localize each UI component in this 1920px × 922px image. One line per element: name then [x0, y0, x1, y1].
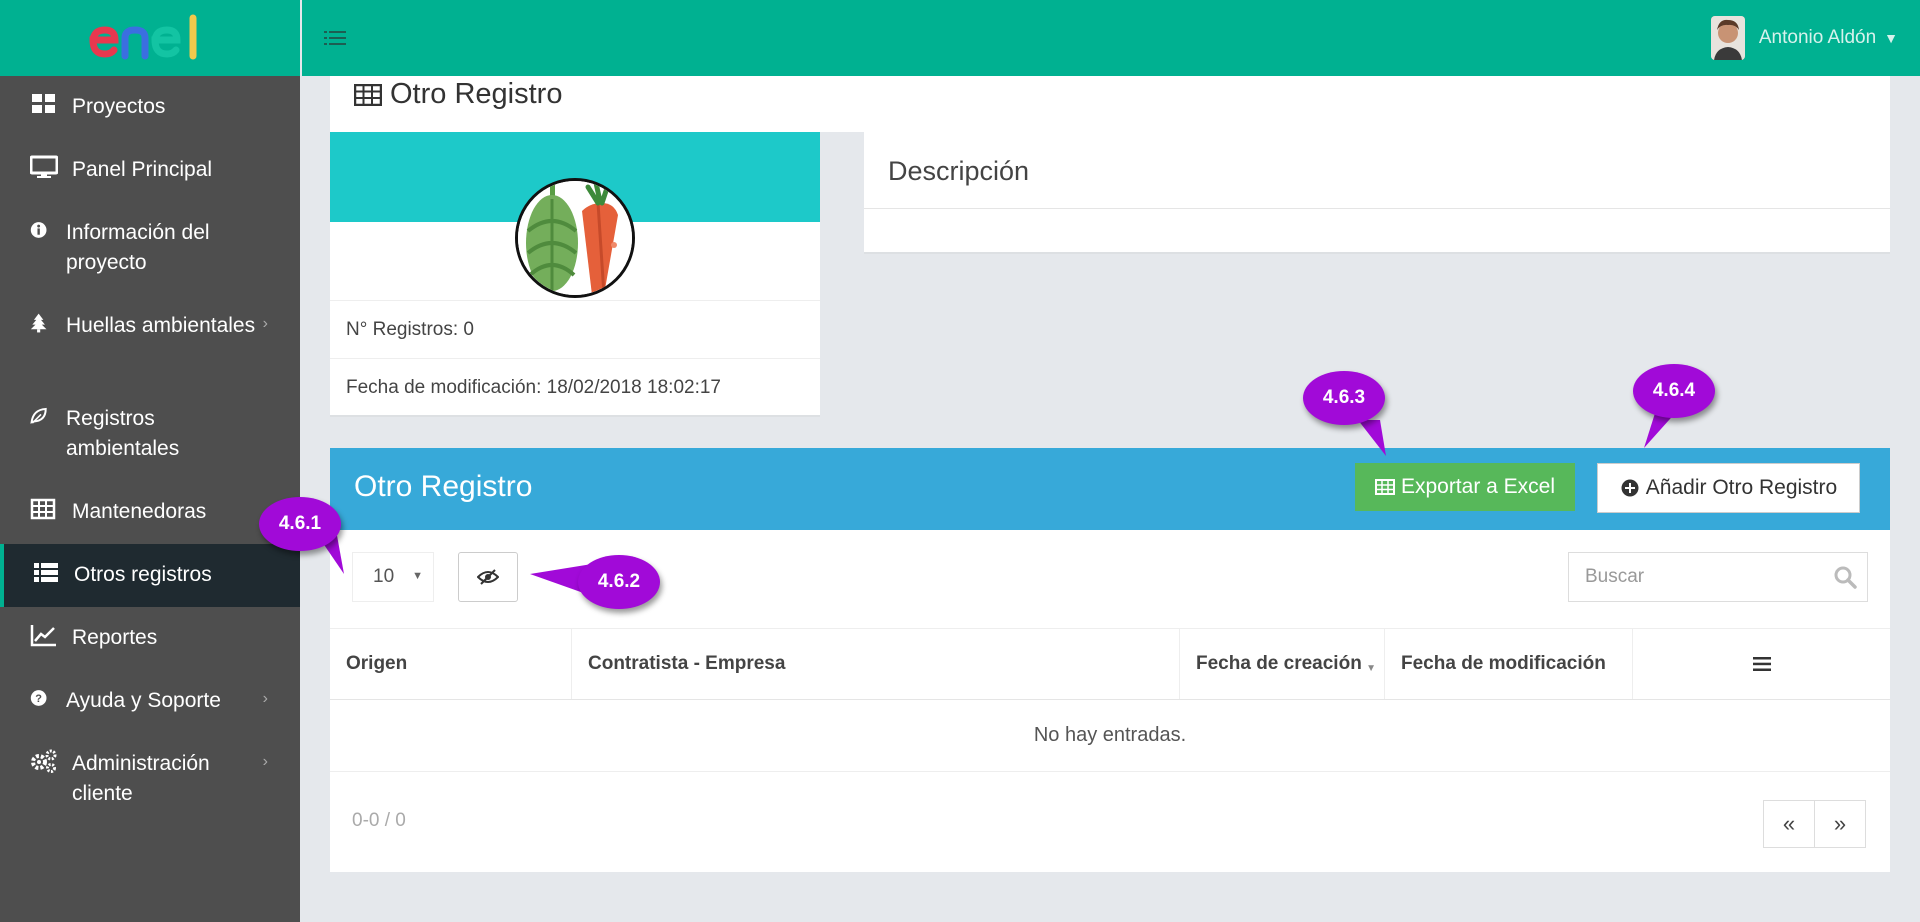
- sidebar-item-label: Registros ambientales: [66, 407, 180, 460]
- cogs-icon: [31, 749, 57, 773]
- callout-4-6-3: 4.6.3: [1303, 371, 1385, 425]
- grid-icon: [32, 94, 55, 113]
- plus-circle-icon: [1621, 479, 1639, 497]
- search-placeholder: Buscar: [1585, 566, 1645, 587]
- sidebar-item-huellas[interactable]: Huellas ambientales ›: [0, 295, 300, 388]
- line-chart-icon: [30, 625, 56, 647]
- sidebar-item-label: Proyectos: [72, 95, 166, 118]
- description-card: Descripción: [864, 132, 1890, 254]
- info-circle-icon: [30, 222, 47, 238]
- page-title-text: Otro Registro: [390, 78, 563, 110]
- column-header-fecha-modificacion[interactable]: Fecha de modificación: [1385, 629, 1633, 699]
- column-label: Contratista - Empresa: [588, 653, 786, 674]
- page-length-select[interactable]: 10 ▼: [352, 552, 434, 602]
- sidebar-item-label: Información del proyecto: [66, 221, 210, 274]
- search-input[interactable]: Buscar: [1568, 552, 1868, 602]
- sidebar-item-label: Huellas ambientales: [66, 314, 256, 337]
- modified-date: Fecha de modificación: 18/02/2018 18:02:…: [330, 358, 820, 416]
- callout-4-6-1: 4.6.1: [259, 497, 341, 551]
- table-icon: [30, 498, 56, 520]
- sidebar-item-registros-ambientales[interactable]: Registros ambientales: [0, 388, 300, 481]
- table-header-bar: Otro Registro Exportar a Excel Añadir Ot…: [330, 448, 1890, 530]
- tree-icon: [30, 313, 47, 333]
- export-excel-label: Exportar a Excel: [1400, 475, 1556, 498]
- empty-table-message: No hay entradas.: [330, 700, 1890, 772]
- page-length-value: 10: [373, 566, 395, 587]
- column-label: Origen: [346, 653, 408, 674]
- description-title: Descripción: [888, 156, 1030, 186]
- table-icon: [1374, 479, 1395, 495]
- sidebar-item-panel-principal[interactable]: Panel Principal: [0, 139, 300, 202]
- topbar: Antonio Aldón ▼: [300, 0, 1920, 76]
- chevron-right-icon: ›: [262, 753, 268, 770]
- sidebar-item-label: Administración cliente: [72, 752, 210, 805]
- column-header-origen[interactable]: Origen: [330, 629, 572, 699]
- vegetables-image: [515, 178, 635, 298]
- chevron-down-icon: ▼: [412, 570, 423, 582]
- column-header-fecha-creacion[interactable]: Fecha de creación ▼: [1180, 629, 1385, 699]
- column-header-contratista[interactable]: Contratista - Empresa: [572, 629, 1180, 699]
- pagination: « »: [1763, 800, 1866, 848]
- table-title: Otro Registro: [354, 470, 533, 503]
- avatar: [1710, 16, 1745, 60]
- sidebar-item-informacion[interactable]: Información del proyecto: [0, 202, 300, 295]
- page-header: Otro Registro: [330, 76, 1890, 132]
- table-icon: [354, 83, 382, 106]
- next-page-button[interactable]: »: [1814, 800, 1866, 848]
- table-header-row: Origen Contratista - Empresa Fecha de cr…: [330, 628, 1890, 700]
- user-name: Antonio Aldón: [1758, 27, 1877, 48]
- eye-slash-icon: [477, 569, 499, 585]
- sidebar-item-label: Ayuda y Soporte: [66, 689, 221, 712]
- caret-down-icon: ▼: [1884, 30, 1898, 46]
- export-excel-button[interactable]: Exportar a Excel: [1355, 463, 1575, 511]
- sidebar-item-label: Panel Principal: [72, 158, 213, 181]
- sidebar-item-mantenedoras[interactable]: Mantenedoras: [0, 481, 300, 544]
- menu-toggle-icon[interactable]: [324, 30, 346, 46]
- leaf-icon: [30, 407, 47, 424]
- column-actions-header[interactable]: [1633, 629, 1890, 699]
- divider: [864, 208, 1890, 209]
- page-title: Otro Registro: [354, 78, 562, 111]
- column-visibility-button[interactable]: [458, 552, 518, 602]
- column-label: Fecha de modificación: [1401, 653, 1606, 674]
- logo[interactable]: [0, 0, 300, 76]
- callout-4-6-4: 4.6.4: [1633, 364, 1715, 418]
- add-record-button[interactable]: Añadir Otro Registro: [1597, 463, 1860, 513]
- sidebar-item-label: Mantenedoras: [72, 500, 207, 523]
- add-record-label: Añadir Otro Registro: [1645, 476, 1838, 499]
- chevron-right-icon: ›: [262, 315, 268, 332]
- callout-4-6-2: 4.6.2: [578, 555, 660, 609]
- svg-text:?: ?: [35, 693, 42, 705]
- user-menu[interactable]: Antonio Aldón ▼: [1710, 16, 1898, 60]
- monitor-icon: [30, 155, 58, 178]
- sidebar-item-label: Reportes: [72, 626, 158, 649]
- sidebar: Proyectos Panel Principal Información de…: [0, 0, 300, 922]
- records-table-card: Otro Registro Exportar a Excel Añadir Ot…: [330, 448, 1890, 872]
- sort-desc-icon: ▼: [1366, 663, 1376, 674]
- sidebar-item-reportes[interactable]: Reportes: [0, 607, 300, 670]
- enel-logo-icon: [89, 14, 197, 60]
- sidebar-item-otros-registros[interactable]: Otros registros: [0, 544, 300, 607]
- bars-icon: [1752, 657, 1771, 671]
- sidebar-item-ayuda[interactable]: ? Ayuda y Soporte ›: [0, 670, 300, 733]
- sidebar-nav: Proyectos Panel Principal Información de…: [0, 76, 300, 826]
- search-icon: [1834, 566, 1857, 589]
- column-label: Fecha de creación: [1196, 653, 1362, 674]
- records-count: N° Registros: 0: [330, 300, 820, 358]
- sidebar-item-proyectos[interactable]: Proyectos: [0, 76, 300, 139]
- chevron-right-icon: ›: [262, 690, 268, 707]
- list-icon: [34, 563, 58, 582]
- callout-pointer: [1358, 420, 1386, 456]
- sidebar-item-label: Otros registros: [74, 563, 212, 586]
- question-circle-icon: ?: [30, 690, 47, 706]
- sidebar-item-administracion[interactable]: Administración cliente ›: [0, 733, 300, 826]
- pagination-info: 0-0 / 0: [352, 810, 406, 831]
- prev-page-button[interactable]: «: [1763, 800, 1815, 848]
- profile-card: N° Registros: 0 Fecha de modificación: 1…: [330, 132, 820, 417]
